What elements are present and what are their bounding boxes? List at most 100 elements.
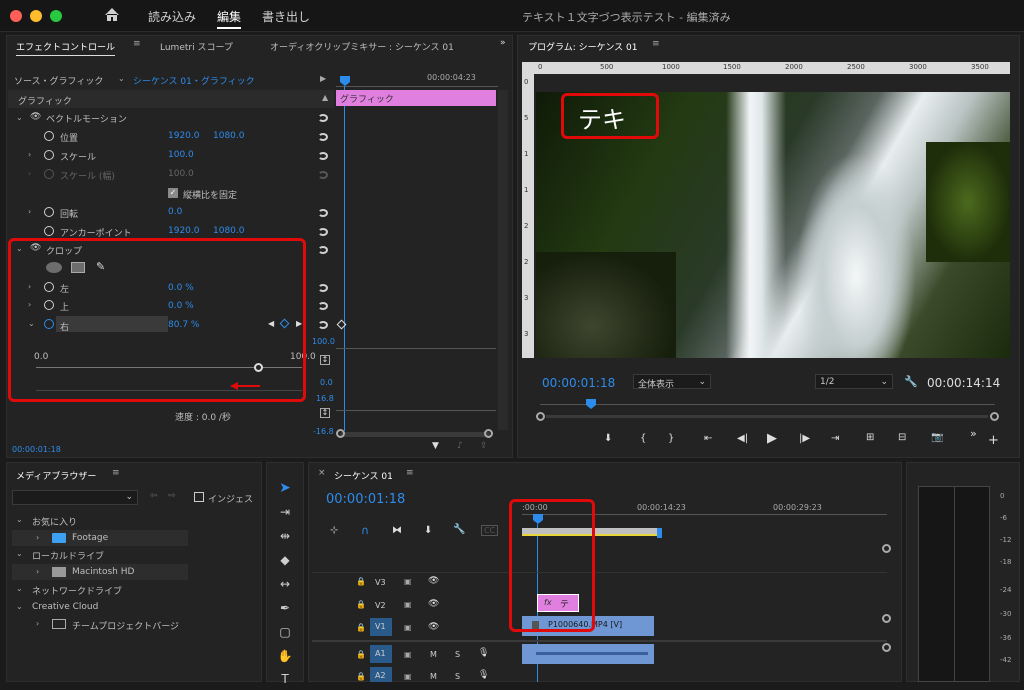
hand-tool-icon[interactable]: ✋	[276, 649, 294, 667]
chevron-right-icon[interactable]: ›	[36, 619, 39, 628]
scale-value[interactable]: 100.0	[168, 150, 194, 160]
type-tool-icon[interactable]: T	[276, 672, 294, 690]
marker-icon[interactable]: ⬇	[424, 525, 432, 536]
sequence-clip-label[interactable]: シーケンス 01・グラフィック	[133, 74, 255, 87]
panel-menu-icon[interactable]: ≡	[112, 468, 120, 478]
ec-zoom-scrollbar[interactable]	[340, 432, 490, 437]
chevron-right-icon[interactable]: ›	[36, 533, 39, 542]
lock-icon[interactable]: 🔒	[356, 577, 366, 586]
lock-icon[interactable]: 🔒	[356, 623, 366, 632]
export-icon[interactable]: ⇪	[480, 441, 488, 451]
track-label-a2[interactable]: A2	[370, 667, 392, 682]
lock-icon[interactable]: 🔒	[356, 672, 366, 681]
audio-clip[interactable]	[522, 644, 654, 664]
collapse-arrow-icon[interactable]: ▲	[322, 93, 328, 102]
camera-icon[interactable]: 📷	[931, 432, 943, 443]
lock-icon[interactable]: 🔒	[356, 650, 366, 659]
position-y-value[interactable]: 1080.0	[213, 131, 245, 141]
playhead-icon[interactable]	[586, 399, 596, 409]
resolution-dropdown[interactable]: 1/2 ⌄	[815, 374, 893, 389]
snap-icon[interactable]: ∩	[361, 524, 369, 537]
sync-lock-icon[interactable]: ▣	[404, 577, 412, 586]
filter-icon[interactable]: ▼	[432, 441, 439, 451]
mark-out-icon[interactable]: }	[668, 433, 674, 444]
tree-favorites[interactable]: お気に入り	[32, 515, 77, 528]
sequence-timecode[interactable]: 00:00:01:18	[326, 492, 405, 507]
reset-icon[interactable]	[318, 152, 328, 160]
playhead-icon[interactable]	[340, 76, 350, 86]
mute-button[interactable]: M	[430, 650, 437, 659]
panel-menu-icon[interactable]: ≡	[133, 39, 141, 49]
tree-footage[interactable]: Footage	[72, 533, 108, 543]
scroll-handle-left[interactable]	[336, 429, 345, 438]
import-tab[interactable]: 読み込み	[148, 8, 196, 25]
chevron-right-icon[interactable]: ›	[36, 567, 39, 576]
eye-icon[interactable]: 👁	[428, 622, 439, 632]
mark-in-icon[interactable]: {	[640, 433, 646, 444]
wrench-icon[interactable]: 🔧	[904, 375, 918, 388]
play-arrow-icon[interactable]: ▶	[320, 74, 326, 83]
track-label-v2[interactable]: V2	[375, 601, 386, 610]
back-arrow-icon[interactable]: ⇦	[150, 491, 158, 501]
eye-icon[interactable]: 👁	[428, 576, 439, 586]
panel-menu-icon[interactable]: ≡	[406, 468, 414, 478]
work-area-end-handle[interactable]	[657, 528, 662, 538]
reset-icon[interactable]	[318, 246, 328, 254]
rotation-value[interactable]: 0.0	[168, 207, 182, 217]
step-back-icon[interactable]: ◀|	[737, 433, 748, 444]
pen-tool-icon[interactable]: ✒	[276, 601, 294, 619]
add-marker-icon[interactable]: ⬇	[604, 433, 612, 444]
settings-wrench-icon[interactable]: 🔧	[453, 524, 465, 535]
export-tab[interactable]: 書き出し	[262, 8, 310, 25]
forward-arrow-icon[interactable]: ⇨	[168, 491, 176, 501]
program-title[interactable]: プログラム: シーケンス 01	[528, 40, 638, 53]
chevron-down-icon[interactable]: ⌄	[16, 549, 23, 558]
sequence-tab[interactable]: シーケンス 01	[334, 469, 393, 482]
ec-timecode[interactable]: 00:00:01:18	[12, 445, 61, 454]
eye-icon[interactable]: 👁	[428, 599, 439, 609]
track-label-v3[interactable]: V3	[375, 578, 386, 587]
linked-selection-icon[interactable]: ⧓	[392, 525, 402, 536]
chevron-right-icon[interactable]: ›	[28, 150, 31, 159]
solo-button[interactable]: S	[455, 672, 460, 681]
location-dropdown[interactable]: ⌄	[12, 490, 138, 505]
anchor-x-value[interactable]: 1920.0	[168, 226, 200, 236]
minimize-window-button[interactable]	[30, 10, 42, 22]
source-label[interactable]: ソース・グラフィック	[14, 74, 103, 87]
reset-icon[interactable]	[318, 302, 328, 310]
stopwatch-icon[interactable]	[44, 226, 54, 236]
razor-tool-icon[interactable]: ◆	[276, 553, 294, 571]
play-icon[interactable]: ▶	[767, 431, 777, 446]
tab-effect-controls[interactable]: エフェクトコントロール	[16, 40, 116, 56]
v-scroll-handle[interactable]	[882, 643, 891, 652]
lock-icon[interactable]: 🔒	[356, 600, 366, 609]
tree-local-drives[interactable]: ローカルドライブ	[32, 549, 104, 562]
nest-icon[interactable]: ⊹	[330, 525, 338, 536]
tree-team-projects[interactable]: チームプロジェクトバージ	[72, 619, 179, 632]
chevron-down-icon[interactable]: ⌄	[16, 113, 23, 122]
reset-icon[interactable]	[318, 133, 328, 141]
tree-macintosh-hd[interactable]: Macintosh HD	[72, 567, 134, 577]
close-tab-icon[interactable]: ×	[318, 468, 326, 478]
selection-tool-icon[interactable]: ➤	[276, 480, 294, 498]
microphone-icon[interactable]: 🎙	[478, 670, 489, 680]
graphic-clip-bar[interactable]: グラフィック	[336, 90, 496, 106]
reset-icon[interactable]	[318, 209, 328, 217]
panel-overflow-icon[interactable]: »	[500, 38, 506, 48]
rectangle-tool-icon[interactable]: ▢	[276, 625, 294, 643]
track-label-a1[interactable]: A1	[370, 645, 392, 663]
sync-lock-icon[interactable]: ▣	[404, 650, 412, 659]
program-timecode[interactable]: 00:00:01:18	[542, 376, 615, 390]
panel-menu-icon[interactable]: ≡	[652, 39, 660, 49]
sync-lock-icon[interactable]: ▣	[404, 672, 412, 681]
chevron-down-icon[interactable]: ⌄	[118, 74, 125, 83]
tree-network-drives[interactable]: ネットワークドライブ	[32, 584, 122, 597]
go-to-in-icon[interactable]: ⇤	[704, 433, 712, 444]
audio-icon[interactable]: ♪	[457, 441, 463, 451]
solo-button[interactable]: S	[455, 650, 460, 659]
add-button-icon[interactable]: +	[988, 433, 999, 448]
scroll-handle-left[interactable]	[536, 412, 545, 421]
v-scroll-handle[interactable]	[882, 614, 891, 623]
chevron-right-icon[interactable]: ›	[28, 169, 31, 178]
tree-creative-cloud[interactable]: Creative Cloud	[32, 602, 98, 612]
